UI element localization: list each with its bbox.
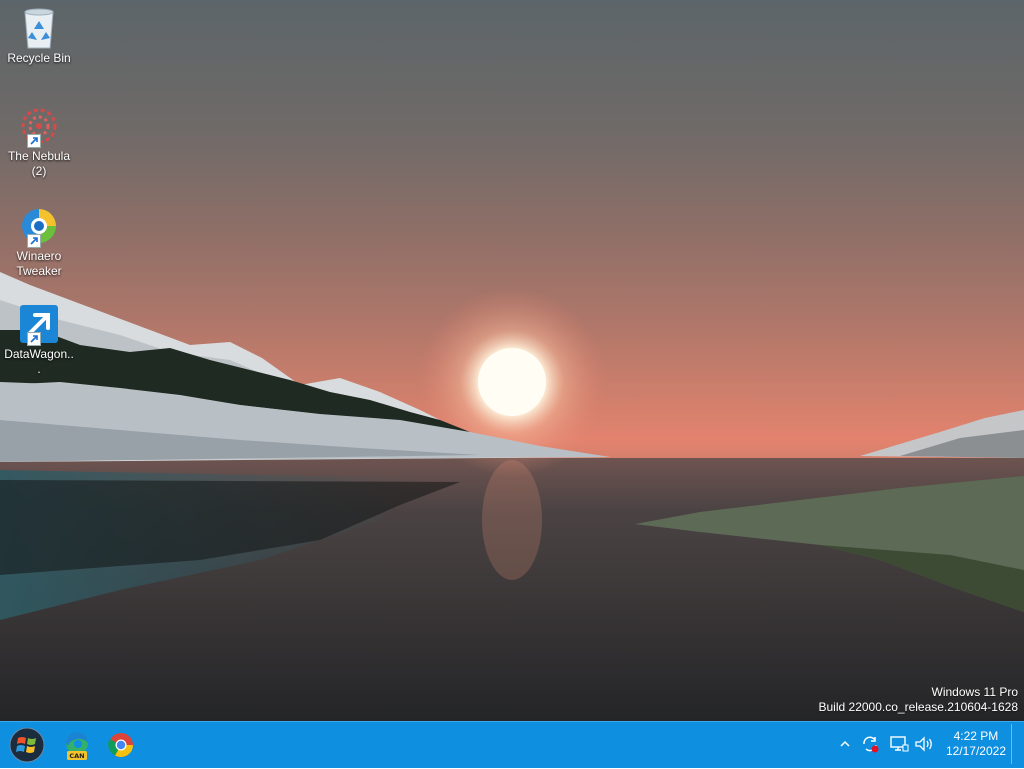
volume-tray-button[interactable] bbox=[913, 734, 935, 754]
chrome-icon bbox=[108, 733, 133, 758]
nebula-label: The Nebula (2) bbox=[7, 149, 71, 178]
recycle-bin-label: Recycle Bin bbox=[7, 51, 71, 65]
datawagon-label: DataWagon... bbox=[4, 347, 74, 376]
taskbar-clock[interactable]: 4:22 PM 12/17/2022 bbox=[946, 729, 1006, 759]
sync-tray-button[interactable] bbox=[860, 734, 882, 754]
shortcut-arrow-icon bbox=[27, 134, 41, 148]
show-desktop-button[interactable] bbox=[1011, 724, 1022, 764]
clock-time: 4:22 PM bbox=[953, 729, 999, 743]
volume-icon bbox=[915, 736, 932, 752]
shortcut-arrow-icon bbox=[27, 332, 41, 346]
winaero-tweaker-icon bbox=[17, 204, 61, 248]
nebula-icon bbox=[17, 104, 61, 148]
desktop-icon-recycle-bin[interactable]: Recycle Bin bbox=[2, 6, 76, 66]
winaero-tweaker-label: Winaero Tweaker bbox=[16, 249, 62, 278]
network-tray-button[interactable] bbox=[888, 734, 910, 754]
desktop-icon-winaero-tweaker[interactable]: Winaero Tweaker bbox=[2, 204, 76, 279]
windows-watermark: Windows 11 Pro Build 22000.co_release.21… bbox=[819, 685, 1019, 715]
desktop-icon-datawagon[interactable]: DataWagon... bbox=[2, 302, 76, 377]
wallpaper bbox=[0, 272, 1024, 721]
edge-canary-button[interactable]: CAN bbox=[58, 726, 96, 764]
desktop-icon-the-nebula[interactable]: The Nebula (2) bbox=[2, 104, 76, 179]
show-hidden-icons-button[interactable] bbox=[838, 734, 852, 754]
desktop[interactable]: Recycle Bin The Nebula (2) Winaero Tweak… bbox=[0, 0, 1024, 721]
shortcut-arrow-icon bbox=[27, 234, 41, 248]
windows-logo-icon bbox=[9, 727, 45, 763]
watermark-edition: Windows 11 Pro bbox=[931, 685, 1018, 699]
network-icon bbox=[890, 736, 909, 752]
clock-date: 12/17/2022 bbox=[945, 744, 1006, 758]
datawagon-icon bbox=[17, 302, 61, 346]
start-button[interactable] bbox=[8, 726, 46, 764]
taskbar: CAN 4:22 PM 12/17/2022 bbox=[0, 721, 1024, 768]
chrome-button[interactable] bbox=[102, 726, 140, 764]
chevron-up-icon bbox=[840, 740, 850, 747]
sync-icon bbox=[863, 736, 879, 753]
watermark-build: Build 22000.co_release.210604-1628 bbox=[818, 700, 1019, 714]
edge-canary-icon: CAN bbox=[66, 732, 88, 760]
recycle-bin-icon bbox=[17, 6, 61, 50]
edge-canary-badge: CAN bbox=[69, 752, 84, 760]
